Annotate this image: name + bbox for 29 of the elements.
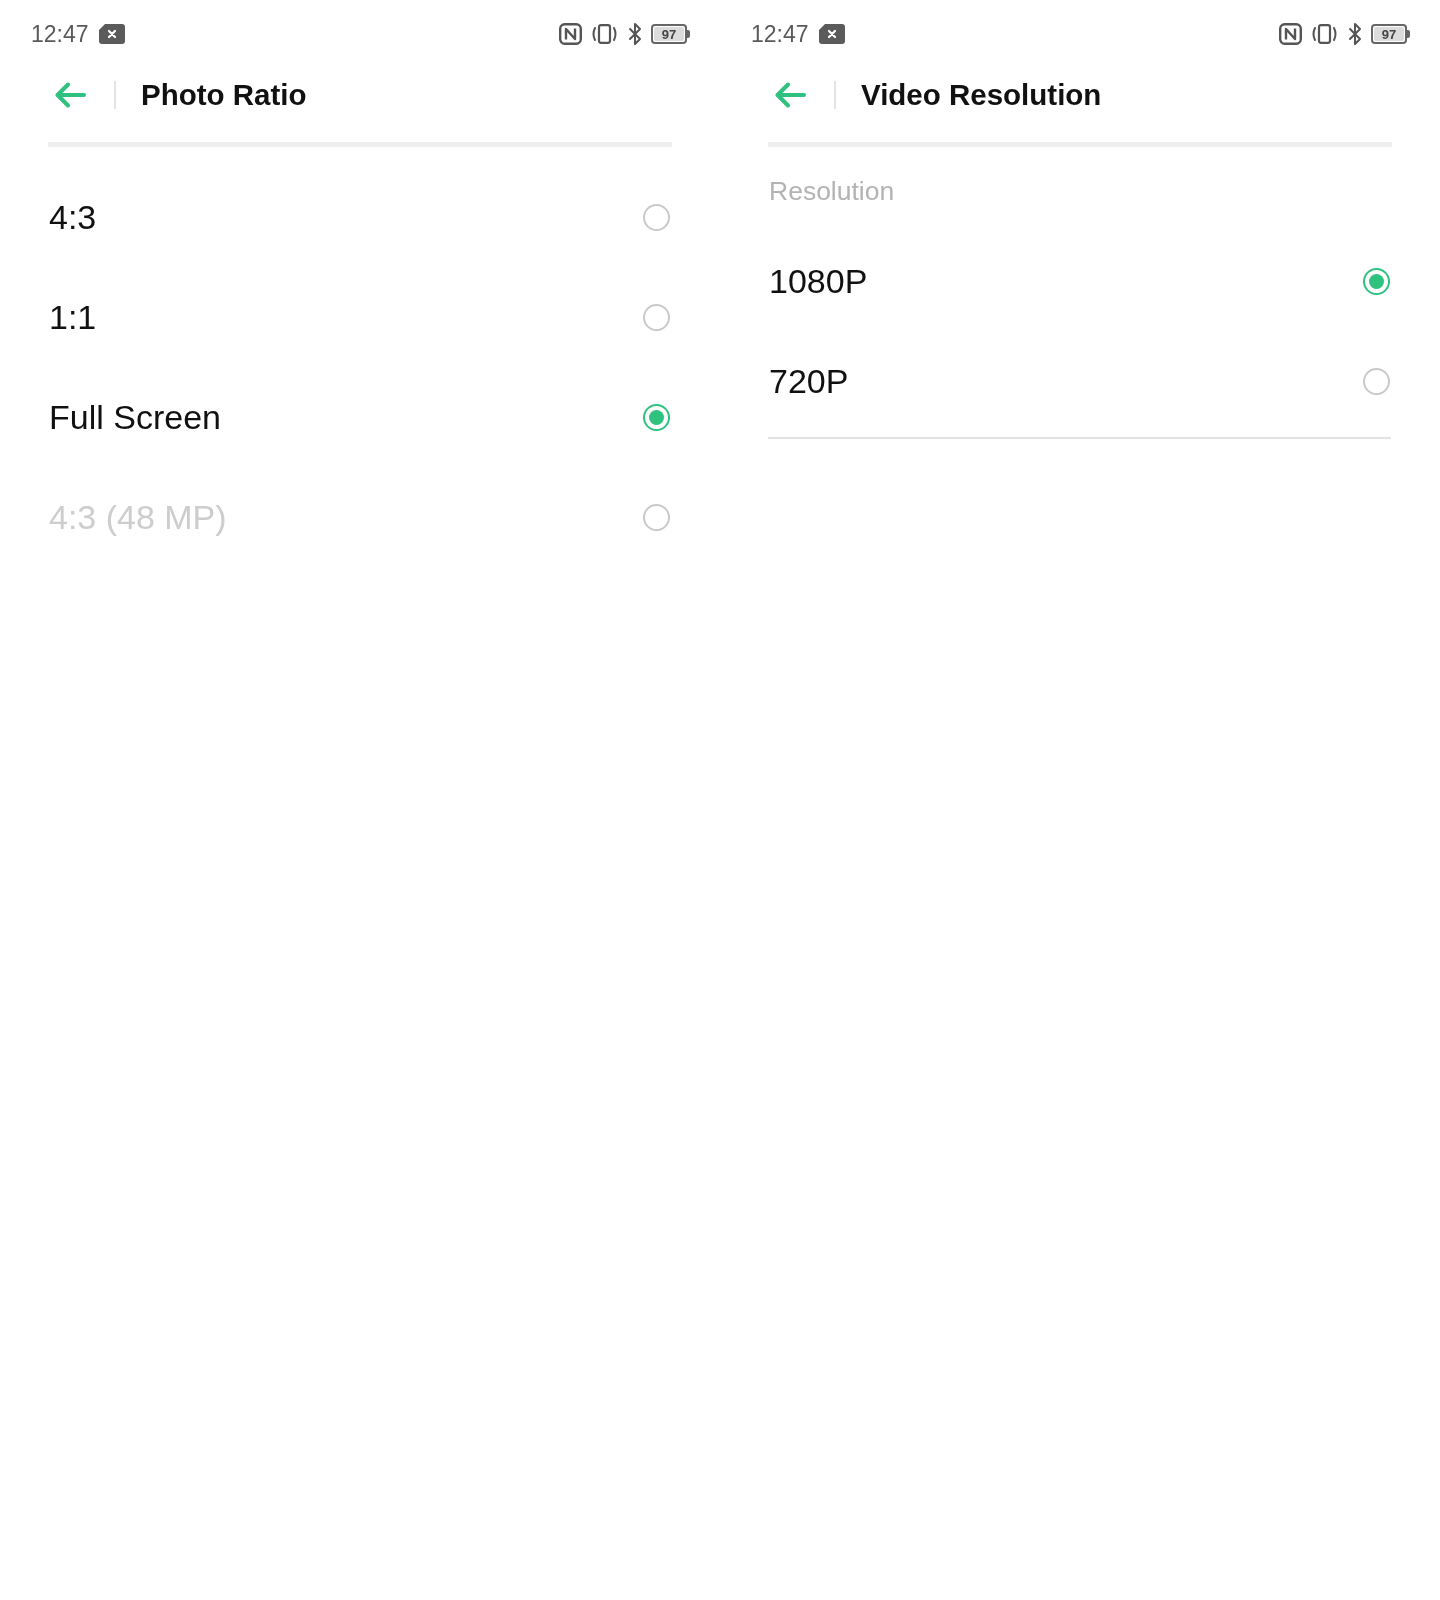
- option-label: Full Screen: [49, 396, 221, 438]
- page-title: Photo Ratio: [141, 77, 307, 113]
- nfc-icon: [1279, 23, 1302, 45]
- nfc-icon: [559, 23, 582, 45]
- page-title: Video Resolution: [861, 77, 1102, 113]
- back-button[interactable]: [54, 82, 86, 108]
- option-label: 1080P: [769, 260, 868, 302]
- option-label: 1:1: [49, 296, 97, 338]
- radio-button[interactable]: [1363, 267, 1390, 295]
- vibrate-icon: [590, 24, 619, 44]
- x-tag-icon: [98, 24, 125, 44]
- status-time: 12:47: [31, 22, 89, 46]
- bluetooth-icon: [1347, 22, 1363, 46]
- status-time: 12:47: [751, 22, 809, 46]
- option-label: 4:3: [49, 196, 97, 238]
- radio-button[interactable]: [1363, 367, 1390, 395]
- radio-button[interactable]: [643, 303, 670, 331]
- battery-percentage: 97: [661, 27, 677, 41]
- vibrate-icon: [1310, 24, 1339, 44]
- radio-button[interactable]: [643, 403, 670, 431]
- back-button[interactable]: [774, 82, 806, 108]
- x-tag-icon: [818, 24, 845, 44]
- battery-percentage: 97: [1381, 27, 1397, 41]
- option-label: 720P: [769, 360, 849, 402]
- radio-button[interactable]: [643, 203, 670, 231]
- back-arrow-icon: [54, 82, 86, 108]
- back-arrow-icon: [774, 82, 806, 108]
- bluetooth-icon: [627, 22, 643, 46]
- section-label: Resolution: [769, 175, 895, 207]
